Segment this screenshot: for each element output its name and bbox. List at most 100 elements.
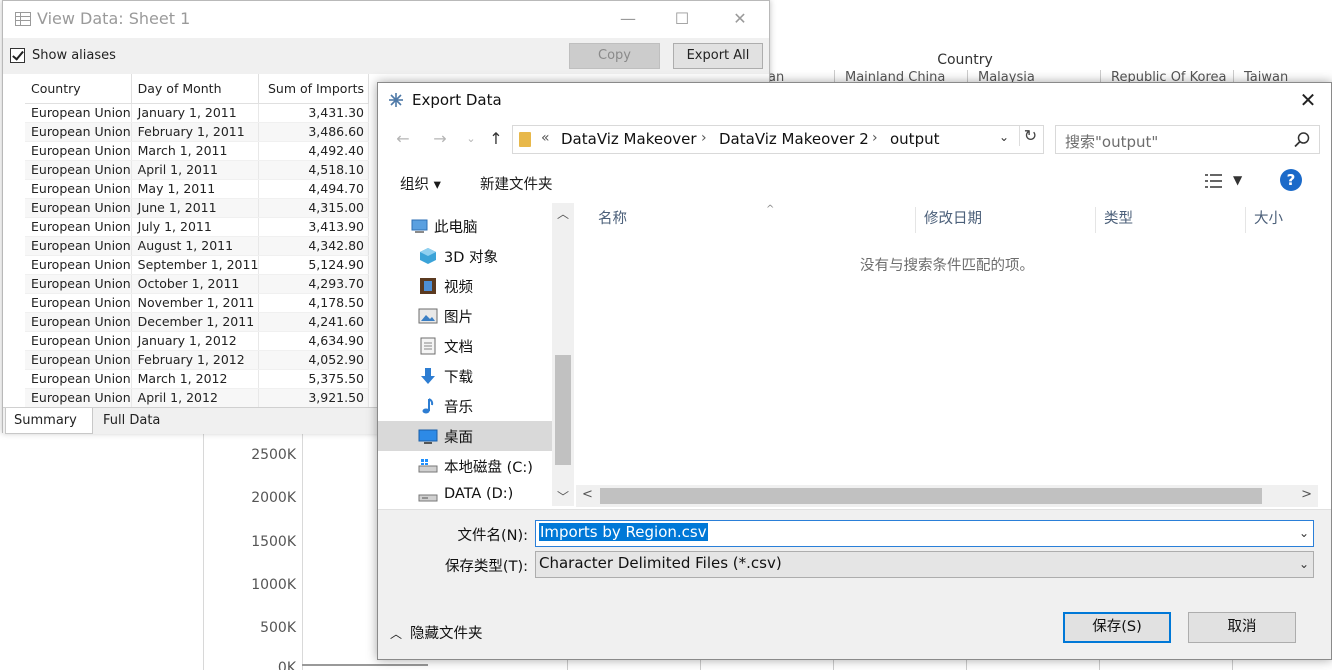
cell-sum-of-imports[interactable]: 5,375.50 (258, 369, 369, 389)
tree-item-desktop[interactable]: 桌面 (378, 421, 552, 451)
tree-item-data-d[interactable]: DATA (D:) (378, 481, 552, 506)
cell-country[interactable]: European Union (25, 293, 132, 313)
table-row[interactable]: European Union December 1, 2011 4,241.60 (25, 312, 369, 332)
tree-item-this-pc[interactable]: 此电脑 (378, 211, 552, 241)
breadcrumb-dataviz-makeover-2[interactable]: DataViz Makeover 2 (719, 130, 869, 148)
cell-country[interactable]: European Union (25, 141, 132, 161)
column-header-day[interactable]: Day of Month (131, 74, 260, 104)
filename-dropdown-icon[interactable]: ⌄ (1299, 526, 1309, 540)
minimize-button[interactable]: — (605, 5, 651, 33)
table-row[interactable]: European Union June 1, 2011 4,315.00 (25, 198, 369, 218)
cell-country[interactable]: European Union (25, 122, 132, 142)
export-all-button[interactable]: Export All (673, 43, 763, 69)
table-row[interactable]: European Union March 1, 2012 5,375.50 (25, 369, 369, 389)
cell-country[interactable]: European Union (25, 198, 132, 218)
up-arrow-icon[interactable]: ↑ (485, 128, 507, 150)
scroll-up-icon[interactable]: ︿ (557, 205, 569, 222)
cell-day-of-month[interactable]: October 1, 2011 (131, 274, 260, 294)
file-list-hscrollbar[interactable]: < > (576, 485, 1318, 507)
cell-sum-of-imports[interactable]: 4,492.40 (258, 141, 369, 161)
column-header-imports[interactable]: Sum of Imports (258, 74, 369, 104)
cell-sum-of-imports[interactable]: 3,413.90 (258, 217, 369, 237)
table-row[interactable]: European Union March 1, 2011 4,492.40 (25, 141, 369, 161)
cell-sum-of-imports[interactable]: 3,921.50 (258, 388, 369, 408)
cell-day-of-month[interactable]: July 1, 2011 (131, 217, 260, 237)
cell-day-of-month[interactable]: April 1, 2012 (131, 388, 260, 408)
tab-full-data[interactable]: Full Data (95, 408, 175, 434)
cell-country[interactable]: European Union (25, 236, 132, 256)
cell-country[interactable]: European Union (25, 274, 132, 294)
cell-day-of-month[interactable]: January 1, 2011 (131, 103, 260, 123)
column-header-name[interactable]: 名称 ^ (590, 204, 916, 233)
cell-country[interactable]: European Union (25, 312, 132, 332)
scroll-right-icon[interactable]: > (1301, 487, 1312, 502)
back-arrow-icon[interactable]: ← (392, 128, 414, 150)
show-aliases-checkbox[interactable] (10, 48, 25, 63)
cell-sum-of-imports[interactable]: 4,052.90 (258, 350, 369, 370)
cell-country[interactable]: European Union (25, 103, 132, 123)
tree-item-documents[interactable]: 文档 (378, 331, 552, 361)
breadcrumb-output[interactable]: output (890, 130, 939, 148)
table-row[interactable]: European Union February 1, 2012 4,052.90 (25, 350, 369, 370)
table-row[interactable]: European Union November 1, 2011 4,178.50 (25, 293, 369, 313)
cell-day-of-month[interactable]: February 1, 2012 (131, 350, 260, 370)
breadcrumb-dataviz-makeover[interactable]: DataViz Makeover (561, 130, 697, 148)
column-header-size[interactable]: 大小 (1246, 207, 1318, 233)
path-overflow-icon[interactable]: « (541, 130, 550, 146)
table-row[interactable]: European Union January 1, 2011 3,431.30 (25, 103, 369, 123)
view-dropdown-icon[interactable]: ▼ (1233, 173, 1242, 187)
column-header-type[interactable]: 类型 (1096, 207, 1246, 233)
recent-locations-icon[interactable]: ⌄ (460, 128, 482, 150)
cell-country[interactable]: European Union (25, 217, 132, 237)
tree-item-pictures[interactable]: 图片 (378, 301, 552, 331)
table-row[interactable]: European Union April 1, 2011 4,518.10 (25, 160, 369, 180)
scroll-thumb[interactable] (555, 355, 571, 465)
table-row[interactable]: European Union April 1, 2012 3,921.50 (25, 388, 369, 408)
cell-day-of-month[interactable]: December 1, 2011 (131, 312, 260, 332)
cell-sum-of-imports[interactable]: 4,494.70 (258, 179, 369, 199)
table-row[interactable]: European Union July 1, 2011 3,413.90 (25, 217, 369, 237)
cell-day-of-month[interactable]: January 1, 2012 (131, 331, 260, 351)
refresh-icon[interactable]: ↻ (1019, 126, 1041, 146)
cell-sum-of-imports[interactable]: 4,315.00 (258, 198, 369, 218)
cell-sum-of-imports[interactable]: 3,486.60 (258, 122, 369, 142)
tree-scrollbar[interactable]: ︿ ﹀ (552, 203, 574, 506)
cell-country[interactable]: European Union (25, 160, 132, 180)
close-button[interactable]: ✕ (1293, 87, 1323, 113)
tree-item-videos[interactable]: 视频 (378, 271, 552, 301)
cell-day-of-month[interactable]: March 1, 2011 (131, 141, 260, 161)
cell-country[interactable]: European Union (25, 350, 132, 370)
help-icon[interactable]: ? (1280, 169, 1302, 191)
filetype-select[interactable]: Character Delimited Files (*.csv) ⌄ (535, 551, 1314, 578)
scroll-down-icon[interactable]: ﹀ (557, 488, 569, 505)
view-data-titlebar[interactable]: View Data: Sheet 1 — ☐ ✕ (3, 1, 769, 38)
new-folder-button[interactable]: 新建文件夹 (480, 173, 553, 194)
cell-day-of-month[interactable]: September 1, 2011 (131, 255, 260, 275)
scroll-left-icon[interactable]: < (582, 487, 593, 502)
address-bar[interactable]: « DataViz Makeover › DataViz Makeover 2 … (512, 125, 1044, 154)
view-options-icon[interactable] (1205, 173, 1223, 189)
cell-sum-of-imports[interactable]: 4,293.70 (258, 274, 369, 294)
tree-item-music[interactable]: 音乐 (378, 391, 552, 421)
table-row[interactable]: European Union August 1, 2011 4,342.80 (25, 236, 369, 256)
tab-summary[interactable]: Summary (5, 408, 93, 434)
table-row[interactable]: European Union January 1, 2012 4,634.90 (25, 331, 369, 351)
hide-folders-toggle[interactable]: ︿ 隐藏文件夹 (390, 622, 483, 643)
cell-day-of-month[interactable]: March 1, 2012 (131, 369, 260, 389)
cell-sum-of-imports[interactable]: 4,241.60 (258, 312, 369, 332)
cell-country[interactable]: European Union (25, 179, 132, 199)
organize-menu[interactable]: 组织 ▾ (400, 173, 441, 194)
cell-country[interactable]: European Union (25, 369, 132, 389)
cell-country[interactable]: European Union (25, 331, 132, 351)
table-row[interactable]: European Union September 1, 2011 5,124.90 (25, 255, 369, 275)
forward-arrow-icon[interactable]: → (429, 128, 451, 150)
cancel-button[interactable]: 取消 (1188, 612, 1296, 643)
copy-button[interactable]: Copy (569, 43, 660, 69)
cell-sum-of-imports[interactable]: 4,518.10 (258, 160, 369, 180)
maximize-button[interactable]: ☐ (659, 5, 705, 33)
cell-day-of-month[interactable]: August 1, 2011 (131, 236, 260, 256)
cell-day-of-month[interactable]: May 1, 2011 (131, 179, 260, 199)
export-titlebar[interactable]: Export Data ✕ (378, 83, 1331, 118)
column-header-modified[interactable]: 修改日期 (916, 207, 1096, 233)
cell-country[interactable]: European Union (25, 388, 132, 408)
